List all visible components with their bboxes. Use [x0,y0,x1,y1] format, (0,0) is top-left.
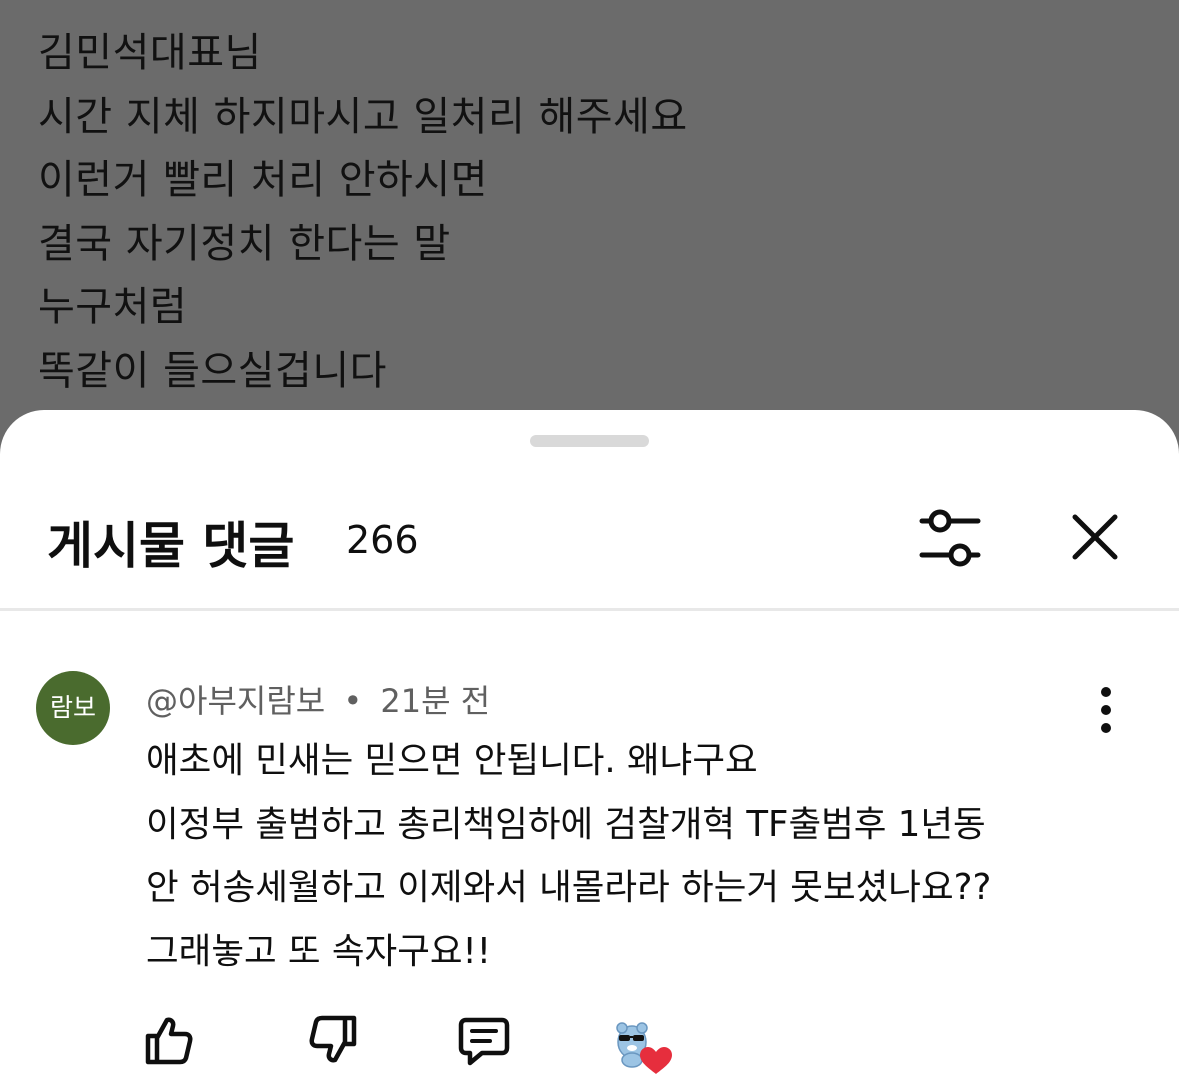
avatar[interactable]: 람보 [36,671,110,745]
comment-time: 21분 전 [380,682,491,720]
comment-line: 그래놓고 또 속자구요!! [146,930,491,972]
post-line: 똑같이 들으실겁니다 [38,347,387,394]
comment-line: 안 허송세월하고 이제와서 내몰라라 하는거 못보셨나요?? [146,867,992,908]
comment-meta: @아부지람보 • 21분 전 [146,676,490,722]
post-line: 누구처럼 [38,284,188,330]
drag-handle[interactable] [530,435,649,447]
creator-heart-icon [616,1022,672,1074]
reply-button[interactable] [456,1012,512,1068]
sheet-title: 게시물 댓글 [47,517,295,575]
comment-line: 애초에 민새는 믿으면 안됩니다. 왜냐구요 [146,740,758,781]
post-line: 결국 자기정치 한다는 말 [38,220,451,267]
comment-body: 애초에 민새는 믿으면 안됩니다. 왜냐구요 이정부 출범하고 총리책임하에 검… [146,729,1106,983]
like-button[interactable] [140,1012,196,1068]
header-divider [0,608,1179,611]
sliders-icon [919,509,981,567]
thumbs-down-icon [309,1015,357,1063]
comment-author[interactable]: @아부지람보 [146,682,325,720]
thumbs-up-icon [145,1017,193,1065]
comment-line: 이정부 출범하고 총리책임하에 검찰개혁 TF출범후 1년동 [146,803,986,845]
comments-sheet: 게시물 댓글 266 람보 @아부지람보 • 21분 전 애초에 민새는 믿으면… [0,410,1179,1089]
dislike-button[interactable] [306,1012,362,1068]
comment-count: 266 [346,518,419,562]
sort-filter-button[interactable] [910,506,990,570]
comment-item: 람보 @아부지람보 • 21분 전 애초에 민새는 믿으면 안됩니다. 왜냐구요… [0,640,1179,1089]
post-line: 이런거 빨리 처리 안하시면 [38,157,488,203]
sheet-header: 게시물 댓글 266 [0,488,1179,598]
post-line: 김민석대표님 [38,30,262,76]
reply-icon [458,1017,510,1066]
creator-heart-badge [610,1012,674,1076]
close-button[interactable] [1062,504,1128,570]
post-text: 김민석대표님 시간 지체 하지마시고 일처리 해주세요 이런거 빨리 처리 안하… [38,22,1138,403]
meta-separator: • [343,682,363,720]
post-line: 시간 지체 하지마시고 일처리 해주세요 [38,93,688,140]
close-icon [1072,514,1118,560]
